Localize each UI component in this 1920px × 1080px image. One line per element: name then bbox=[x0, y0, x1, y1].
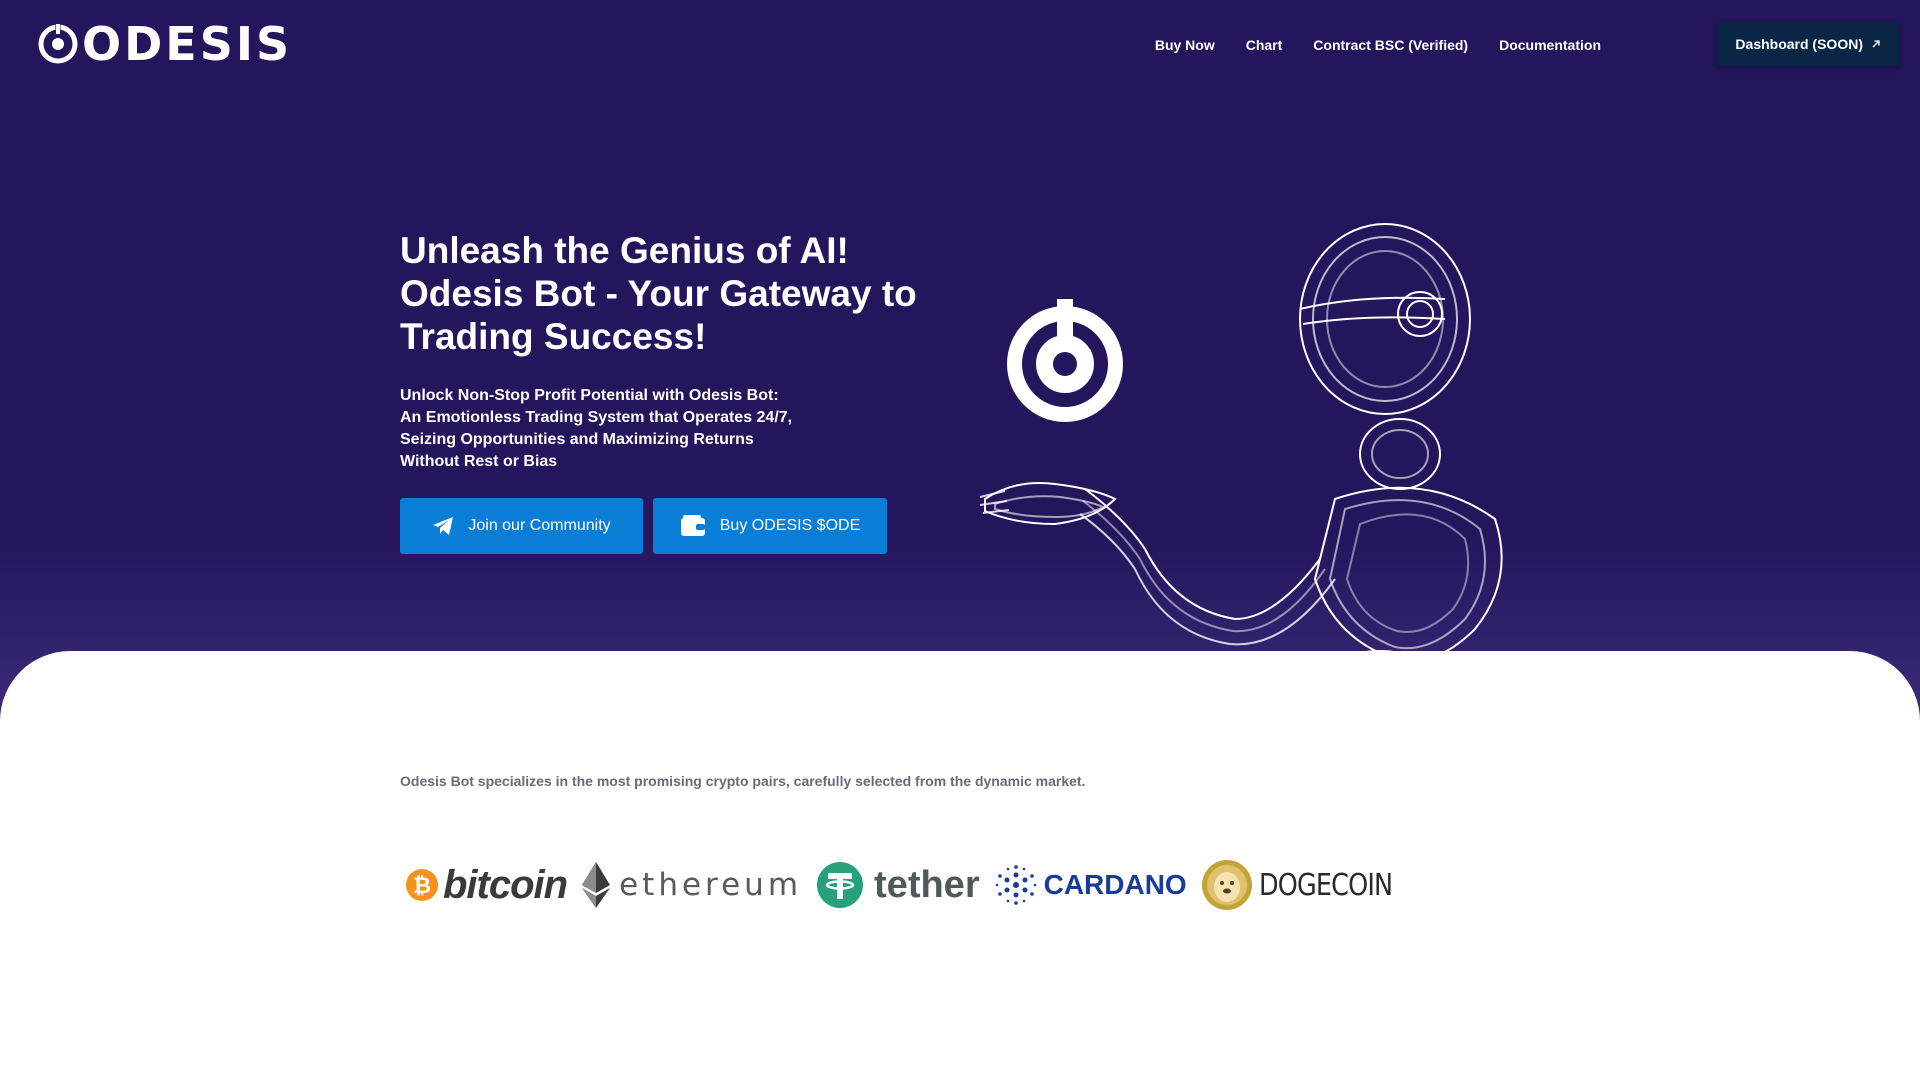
nav-buy-now[interactable]: Buy Now bbox=[1155, 37, 1215, 53]
buy-odesis-label: Buy ODESIS $ODE bbox=[719, 517, 861, 534]
hero-subtitle: Unlock Non-Stop Profit Potential with Od… bbox=[400, 387, 793, 470]
main-nav: Buy Now Chart Contract BSC (Verified) Do… bbox=[1155, 0, 1601, 89]
nav-contract[interactable]: Contract BSC (Verified) bbox=[1313, 37, 1468, 53]
coin-logos: ₿ bitcoin ethereum tether CARDANO DOGECO… bbox=[405, 855, 1429, 915]
brand-logo[interactable]: ODESIS bbox=[36, 17, 293, 71]
hero-section: Unleash the Genius of AI! Odesis Bot - Y… bbox=[0, 89, 1920, 728]
pairs-tagline: Odesis Bot specializes in the most promi… bbox=[400, 773, 1086, 789]
join-community-label: Join our Community bbox=[468, 517, 611, 534]
external-link-icon bbox=[1872, 40, 1880, 48]
coin-dogecoin-label: DOGECOIN bbox=[1258, 867, 1393, 903]
site-header: ODESIS Buy Now Chart Contract BSC (Verif… bbox=[0, 0, 1920, 91]
nav-chart[interactable]: Chart bbox=[1246, 37, 1283, 53]
coin-ethereum-label: ethereum bbox=[619, 867, 803, 903]
hero-title: Unleash the Genius of AI! Odesis Bot - Y… bbox=[400, 230, 917, 357]
dashboard-button[interactable]: Dashboard (SOON) bbox=[1717, 22, 1899, 66]
buy-odesis-button[interactable]: Buy ODESIS $ODE bbox=[653, 498, 887, 554]
dogecoin-icon bbox=[1201, 860, 1252, 910]
coin-cardano-label: CARDANO bbox=[1043, 869, 1187, 900]
robot-illustration bbox=[979, 223, 1503, 728]
join-community-button[interactable]: Join our Community bbox=[400, 498, 643, 554]
coin-dogecoin: DOGECOIN bbox=[1201, 859, 1416, 911]
coin-tether-label: tether bbox=[874, 863, 980, 906]
ethereum-icon bbox=[582, 862, 611, 908]
cardano-icon bbox=[995, 865, 1036, 905]
coin-ethereum: ethereum bbox=[581, 862, 802, 908]
coin-tether: tether bbox=[816, 861, 980, 909]
svg-text:₿: ₿ bbox=[413, 873, 431, 898]
coin-cardano: CARDANO bbox=[994, 863, 1187, 907]
coin-bitcoin-label: bitcoin bbox=[443, 862, 568, 907]
tether-icon bbox=[817, 862, 864, 908]
dashboard-label: Dashboard (SOON) bbox=[1735, 36, 1863, 52]
odesis-logo-icon bbox=[38, 22, 78, 64]
coin-bitcoin: ₿ bitcoin bbox=[405, 862, 568, 908]
wallet-icon bbox=[680, 515, 705, 536]
bitcoin-icon: ₿ bbox=[406, 869, 438, 901]
telegram-icon bbox=[433, 517, 454, 535]
nav-documentation[interactable]: Documentation bbox=[1499, 37, 1601, 53]
brand-name: ODESIS bbox=[82, 17, 293, 71]
